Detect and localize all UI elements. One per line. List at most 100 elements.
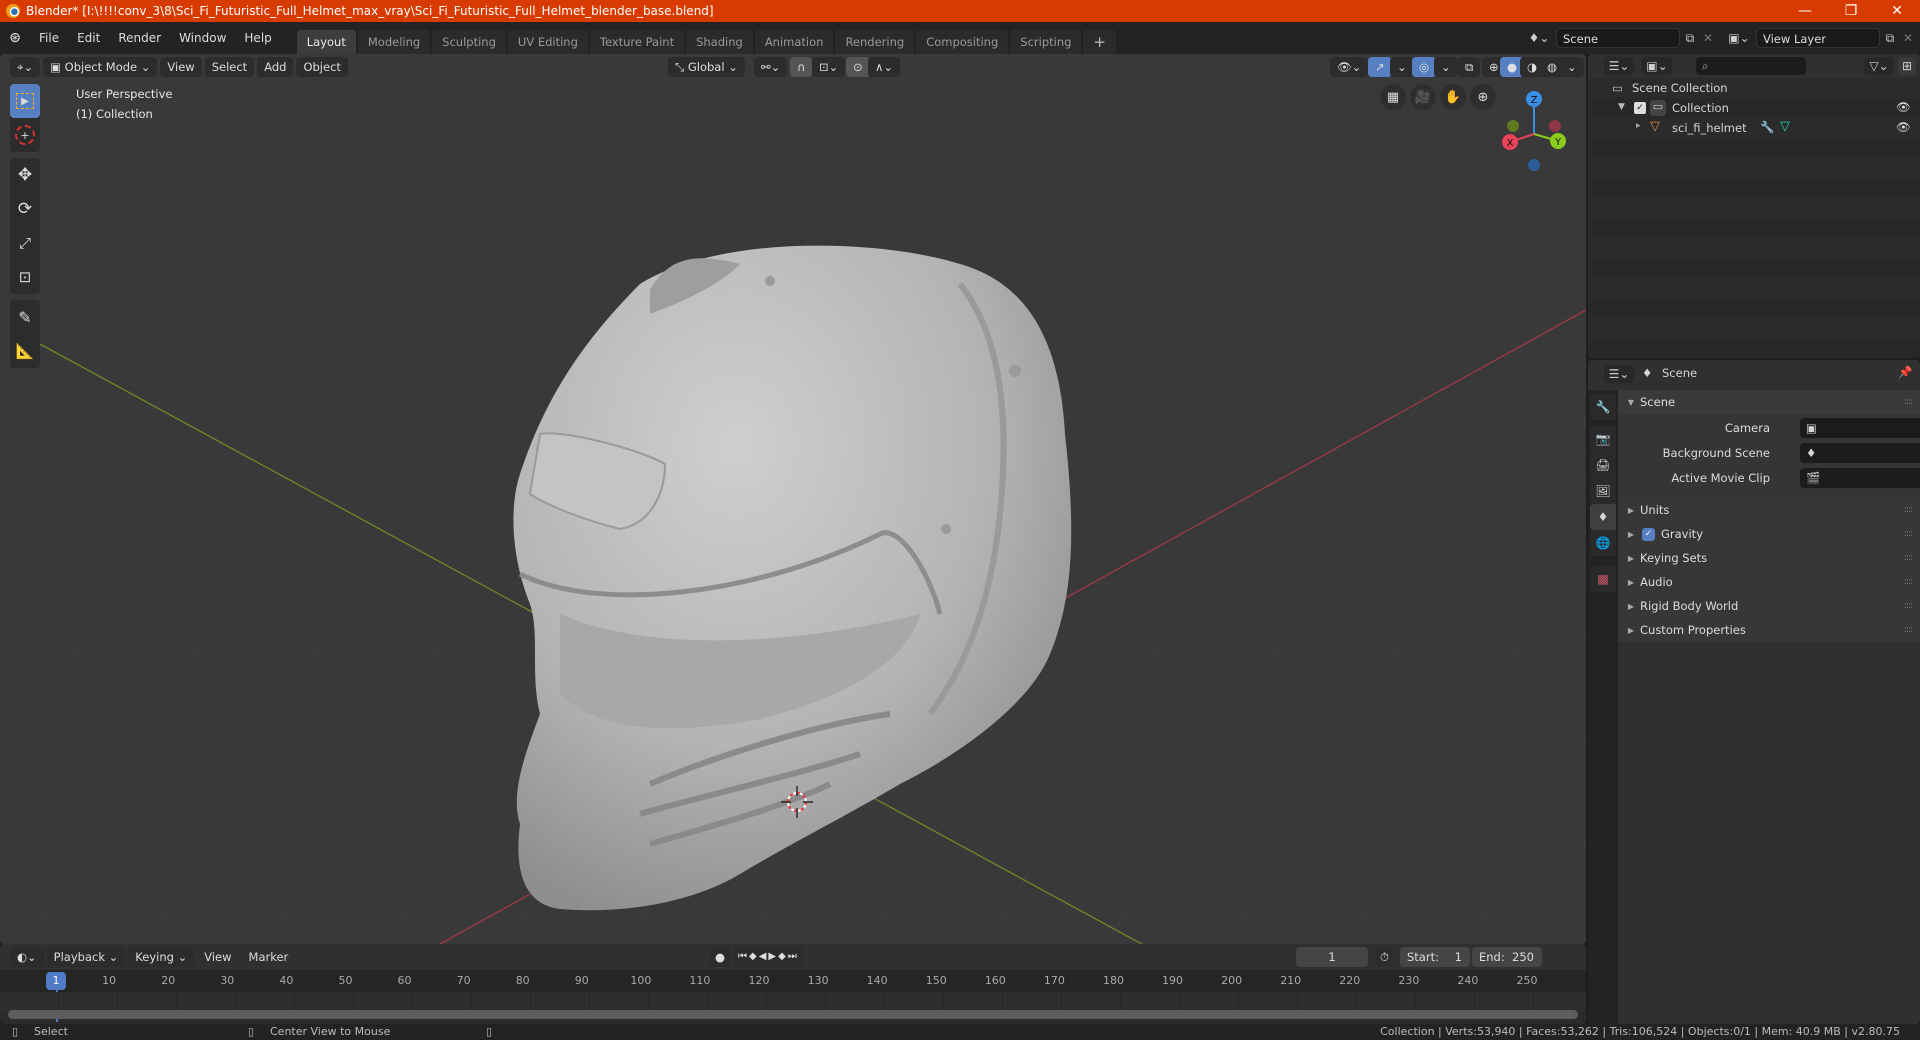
play-icon[interactable]: ▶ xyxy=(768,951,778,962)
editor-type-button[interactable]: ⌖⌄ xyxy=(10,57,41,77)
menu-view[interactable]: View xyxy=(160,57,202,77)
menu-render[interactable]: Render xyxy=(109,28,170,48)
snap-toggle[interactable]: ∩ xyxy=(790,57,813,77)
keying-dropdown[interactable]: Keying ⌄ xyxy=(128,947,195,967)
timeline-menu-view[interactable]: View xyxy=(197,947,238,967)
drag-grip-icon[interactable]: :::: xyxy=(1904,553,1913,563)
timeline-editor-type-button[interactable]: ◐⌄ xyxy=(10,947,44,967)
timeline-menu-marker[interactable]: Marker xyxy=(242,947,296,967)
select-box-tool[interactable]: ▶ xyxy=(10,84,40,118)
overlays-toggle[interactable]: ◎ xyxy=(1412,57,1437,77)
menu-file[interactable]: File xyxy=(30,28,68,48)
move-tool[interactable]: ✥ xyxy=(10,158,40,192)
panel-gravity[interactable]: ▶ ✓ Gravity :::: xyxy=(1618,522,1920,546)
tab-texture[interactable]: ▩ xyxy=(1590,566,1616,592)
tab-rendering[interactable]: Rendering xyxy=(835,30,915,54)
outliner-editor-type-button[interactable]: ☰⌄ xyxy=(1604,57,1634,75)
tab-animation[interactable]: Animation xyxy=(754,30,834,54)
add-workspace-button[interactable]: + xyxy=(1083,30,1116,54)
filter-button[interactable]: ▽⌄ xyxy=(1864,57,1894,75)
close-button[interactable]: ✕ xyxy=(1874,0,1920,22)
collection-checkbox[interactable]: ✓ xyxy=(1634,102,1646,114)
minimize-button[interactable]: — xyxy=(1782,0,1828,22)
expand-triangle-icon[interactable]: ▼ xyxy=(1618,102,1625,112)
scene-selector-icon[interactable]: ♦⌄ xyxy=(1524,28,1554,48)
new-collection-button[interactable]: ⊞ xyxy=(1898,57,1916,75)
outliner-row-collection[interactable]: ▼ ✓ ▭ Collection 👁 xyxy=(1588,98,1920,118)
navigation-gizmo[interactable]: Z X Y xyxy=(1494,84,1574,184)
playback-controls[interactable]: ⏮◆◀▶◆⏭ xyxy=(734,947,803,967)
menu-add[interactable]: Add xyxy=(257,57,294,77)
menu-object[interactable]: Object xyxy=(296,57,348,77)
tab-shading[interactable]: Shading xyxy=(686,30,753,54)
drag-grip-icon[interactable]: :::: xyxy=(1904,529,1913,539)
camera-view-button[interactable]: 🎥 xyxy=(1410,84,1436,110)
panel-keying-sets[interactable]: ▶ Keying Sets :::: xyxy=(1618,546,1920,570)
new-scene-icon[interactable]: ⧉ xyxy=(1680,28,1700,48)
mode-dropdown[interactable]: ▣ Object Mode ⌄ xyxy=(43,57,158,77)
3d-viewport[interactable]: ⌖⌄ ▣ Object Mode ⌄ View Select Add Objec… xyxy=(0,54,1586,944)
tab-scene[interactable]: ♦ xyxy=(1590,504,1616,530)
outliner-search-input[interactable]: ⌕ xyxy=(1696,57,1806,75)
delete-scene-icon[interactable]: ✕ xyxy=(1700,28,1716,48)
pan-view-button[interactable]: ✋ xyxy=(1440,84,1466,110)
panel-rigid-body-world[interactable]: ▶ Rigid Body World :::: xyxy=(1618,594,1920,618)
drag-grip-icon[interactable]: :::: xyxy=(1904,601,1913,611)
jump-end-icon[interactable]: ⏭ xyxy=(788,951,799,962)
tab-compositing[interactable]: Compositing xyxy=(916,30,1009,54)
jump-start-icon[interactable]: ⏮ xyxy=(738,951,749,962)
blender-menu-icon[interactable]: ⊛ xyxy=(0,30,30,46)
snap-target-dropdown[interactable]: ⊡⌄ xyxy=(812,57,846,77)
tab-scripting[interactable]: Scripting xyxy=(1010,30,1082,54)
scene-name-field[interactable]: Scene xyxy=(1556,28,1680,48)
use-preview-range-icon[interactable]: ⏱ xyxy=(1376,947,1393,967)
playhead-frame-indicator[interactable]: 1 xyxy=(46,972,66,990)
menu-edit[interactable]: Edit xyxy=(68,28,109,48)
gizmo-dropdown[interactable]: ⌄ xyxy=(1390,57,1414,77)
tab-tool[interactable]: 🔧 xyxy=(1590,394,1616,420)
camera-field[interactable]: ▣✒ xyxy=(1800,418,1920,438)
panel-scene-header[interactable]: ▼ Scene :::: xyxy=(1618,390,1920,414)
playback-dropdown[interactable]: Playback ⌄ xyxy=(46,947,126,967)
drag-grip-icon[interactable]: :::: xyxy=(1904,505,1913,515)
next-keyframe-icon[interactable]: ◆ xyxy=(778,951,788,962)
modifier-wrench-icon[interactable]: 🔧 xyxy=(1760,120,1774,134)
xray-toggle[interactable]: ⧉ xyxy=(1458,57,1481,77)
pin-icon[interactable]: 📌 xyxy=(1898,365,1912,379)
transform-orientation-dropdown[interactable]: ⤡ Global ⌄ xyxy=(668,57,745,77)
drag-grip-icon[interactable]: :::: xyxy=(1904,577,1913,587)
expand-triangle-icon[interactable]: ▸ xyxy=(1636,121,1641,131)
overlays-dropdown[interactable]: ⌄ xyxy=(1434,57,1458,77)
outliner-row-scene-collection[interactable]: ▭ Scene Collection xyxy=(1588,78,1920,98)
cursor-tool[interactable]: + xyxy=(10,118,40,152)
annotate-tool[interactable]: ✎ xyxy=(10,300,40,334)
tab-sculpting[interactable]: Sculpting xyxy=(432,30,506,54)
panel-units[interactable]: ▶ Units :::: xyxy=(1618,498,1920,522)
menu-help[interactable]: Help xyxy=(235,28,280,48)
keyframe-area[interactable] xyxy=(0,992,1586,1012)
visibility-eye-icon[interactable]: 👁 xyxy=(1896,100,1911,114)
current-frame-field[interactable]: 1 xyxy=(1296,947,1368,967)
menu-select[interactable]: Select xyxy=(204,57,255,77)
background-scene-field[interactable]: ♦ xyxy=(1800,443,1920,463)
display-mode-button[interactable]: ▣⌄ xyxy=(1642,57,1672,75)
tab-render[interactable]: 📷 xyxy=(1590,426,1616,452)
properties-editor-type-button[interactable]: ☰⌄ xyxy=(1604,365,1634,383)
tab-texture-paint[interactable]: Texture Paint xyxy=(589,30,685,54)
panel-custom-properties[interactable]: ▶ Custom Properties :::: xyxy=(1618,618,1920,642)
gravity-checkbox[interactable]: ✓ xyxy=(1642,527,1655,541)
pivot-point-dropdown[interactable]: ⚯⌄ xyxy=(754,57,788,77)
tab-output[interactable]: 🖨 xyxy=(1590,452,1616,478)
prev-keyframe-icon[interactable]: ◆ xyxy=(749,951,759,962)
play-reverse-icon[interactable]: ◀ xyxy=(759,951,769,962)
toggle-ortho-button[interactable]: ▦ xyxy=(1380,84,1406,110)
drag-grip-icon[interactable]: :::: xyxy=(1904,397,1913,407)
panel-audio[interactable]: ▶ Audio :::: xyxy=(1618,570,1920,594)
visibility-eye-icon[interactable]: 👁 xyxy=(1896,120,1911,134)
shading-dropdown[interactable]: ⌄ xyxy=(1560,57,1584,77)
transform-tool[interactable]: ⊡ xyxy=(10,260,40,294)
tab-view-layer[interactable]: 🖼 xyxy=(1590,478,1616,504)
rotate-tool[interactable]: ⟳ xyxy=(10,192,40,226)
menu-window[interactable]: Window xyxy=(170,28,235,48)
drag-grip-icon[interactable]: :::: xyxy=(1904,625,1913,635)
